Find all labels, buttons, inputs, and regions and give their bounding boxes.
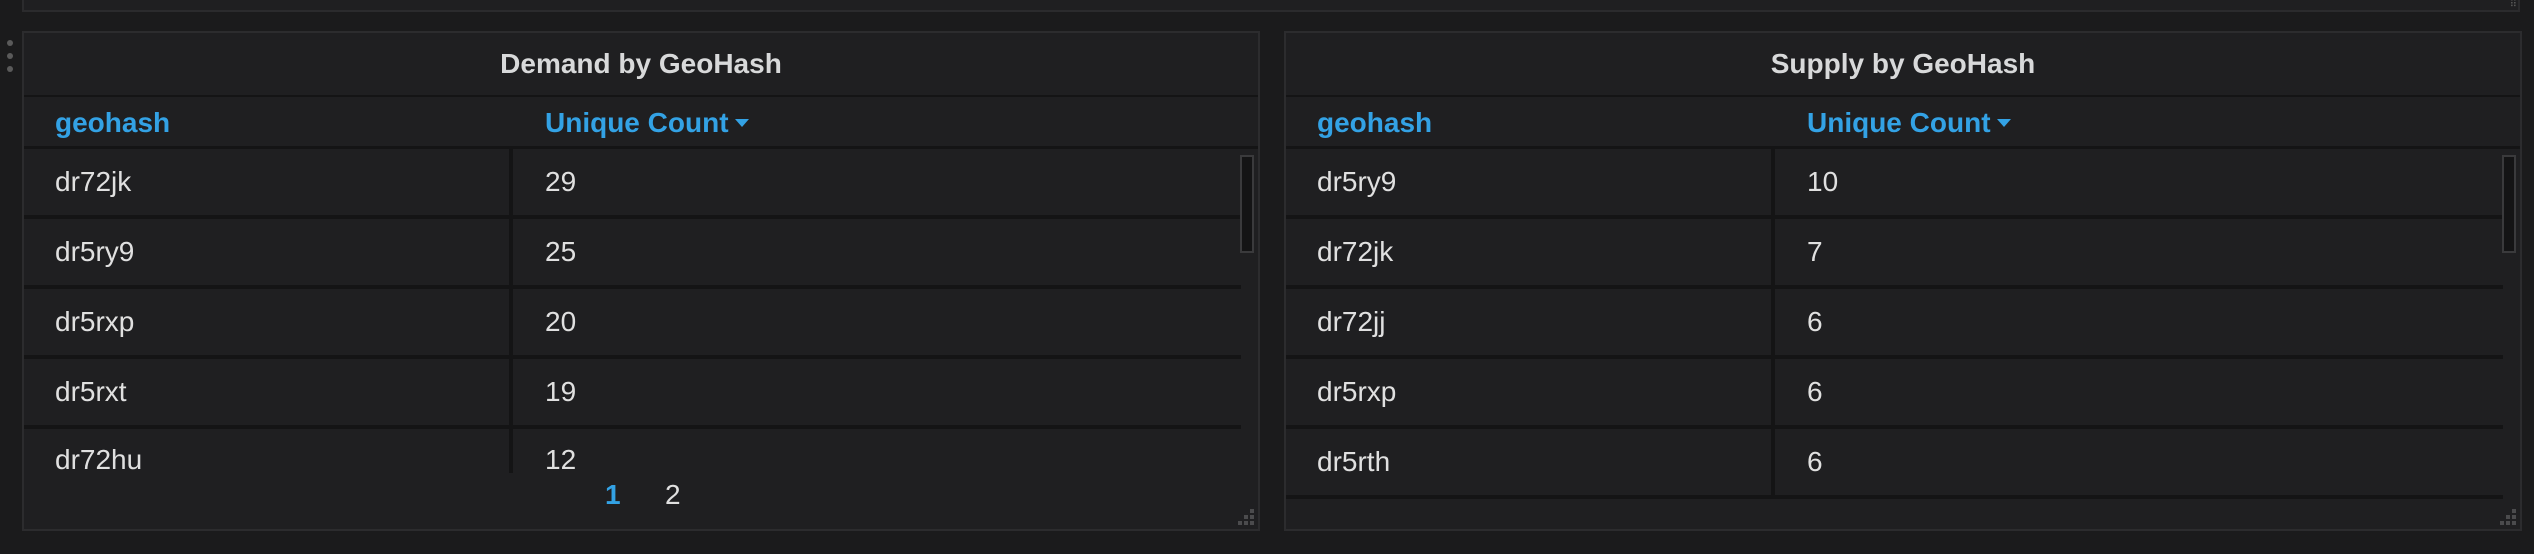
scrollbar[interactable]	[1240, 155, 1254, 253]
table-body: dr72jk 29 dr5ry9 25 dr5rxp 20 dr5rxt 19 …	[24, 149, 1258, 473]
panel-title[interactable]: Supply by GeoHash	[1286, 33, 2520, 97]
table-row: dr72jk 7	[1286, 219, 2503, 289]
table-row: dr72jk 29	[24, 149, 1241, 219]
table-header: geohash Unique Count	[1286, 97, 2520, 149]
panel-title[interactable]: Demand by GeoHash	[24, 33, 1258, 97]
table-row: dr5ry9 25	[24, 219, 1241, 289]
count-cell: 25	[545, 236, 577, 267]
page-link-1[interactable]: 1	[605, 475, 621, 515]
count-cell: 6	[1807, 376, 1823, 407]
geohash-cell: dr5ry9	[1286, 149, 1775, 215]
geohash-cell: dr5rxp	[1286, 359, 1775, 425]
scrollbar[interactable]	[2502, 155, 2516, 253]
supply-panel: Supply by GeoHash geohash Unique Count d…	[1284, 31, 2522, 531]
column-header-geohash[interactable]: geohash	[55, 107, 170, 139]
pagination: 1 2	[24, 475, 1258, 515]
column-header-label: Unique Count	[545, 107, 729, 138]
geohash-cell: dr72jj	[1286, 289, 1775, 355]
drag-handle-icon[interactable]	[7, 40, 15, 72]
column-header-unique-count[interactable]: Unique Count	[1807, 107, 2011, 139]
count-cell: 12	[545, 444, 577, 473]
table-row: dr5rxp 20	[24, 289, 1241, 359]
geohash-cell: dr72jk	[24, 149, 513, 215]
column-header-unique-count[interactable]: Unique Count	[545, 107, 749, 139]
count-cell: 10	[1807, 166, 1839, 197]
geohash-cell: dr72jk	[1286, 219, 1775, 285]
table-row: dr5ry9 10	[1286, 149, 2503, 219]
table-row: dr72jj 6	[1286, 289, 2503, 359]
caret-down-icon[interactable]	[1996, 118, 2011, 127]
table-row: dr72hu 12	[24, 429, 1241, 473]
geohash-cell: dr5ry9	[24, 219, 513, 285]
resize-grip-icon[interactable]	[1238, 509, 1256, 527]
count-cell: 7	[1807, 236, 1823, 267]
table-row: dr5rxp 6	[1286, 359, 2503, 429]
table-row: dr5rth 6	[1286, 429, 2503, 499]
geohash-cell: dr5rxt	[24, 359, 513, 425]
geohash-cell: dr5rth	[1286, 429, 1775, 495]
resize-grip-icon[interactable]	[2500, 509, 2518, 527]
column-header-geohash[interactable]: geohash	[1317, 107, 1432, 139]
table-body: dr5ry9 10 dr72jk 7 dr72jj 6 dr5rxp 6 dr5…	[1286, 149, 2520, 535]
resize-grip-icon[interactable]: ⠿	[2500, 0, 2517, 10]
count-cell: 19	[545, 376, 577, 407]
page-link-2[interactable]: 2	[665, 475, 681, 515]
count-cell: 20	[545, 306, 577, 337]
geohash-cell: dr5rxp	[24, 289, 513, 355]
caret-down-icon[interactable]	[734, 118, 749, 127]
table-header: geohash Unique Count	[24, 97, 1258, 149]
column-header-label: Unique Count	[1807, 107, 1991, 138]
demand-panel: Demand by GeoHash geohash Unique Count d…	[22, 31, 1260, 531]
previous-panel-edge: ⠿	[22, 0, 2520, 12]
count-cell: 6	[1807, 446, 1823, 477]
count-cell: 29	[545, 166, 577, 197]
geohash-cell: dr72hu	[24, 429, 513, 473]
table-row: dr5rxt 19	[24, 359, 1241, 429]
count-cell: 6	[1807, 306, 1823, 337]
